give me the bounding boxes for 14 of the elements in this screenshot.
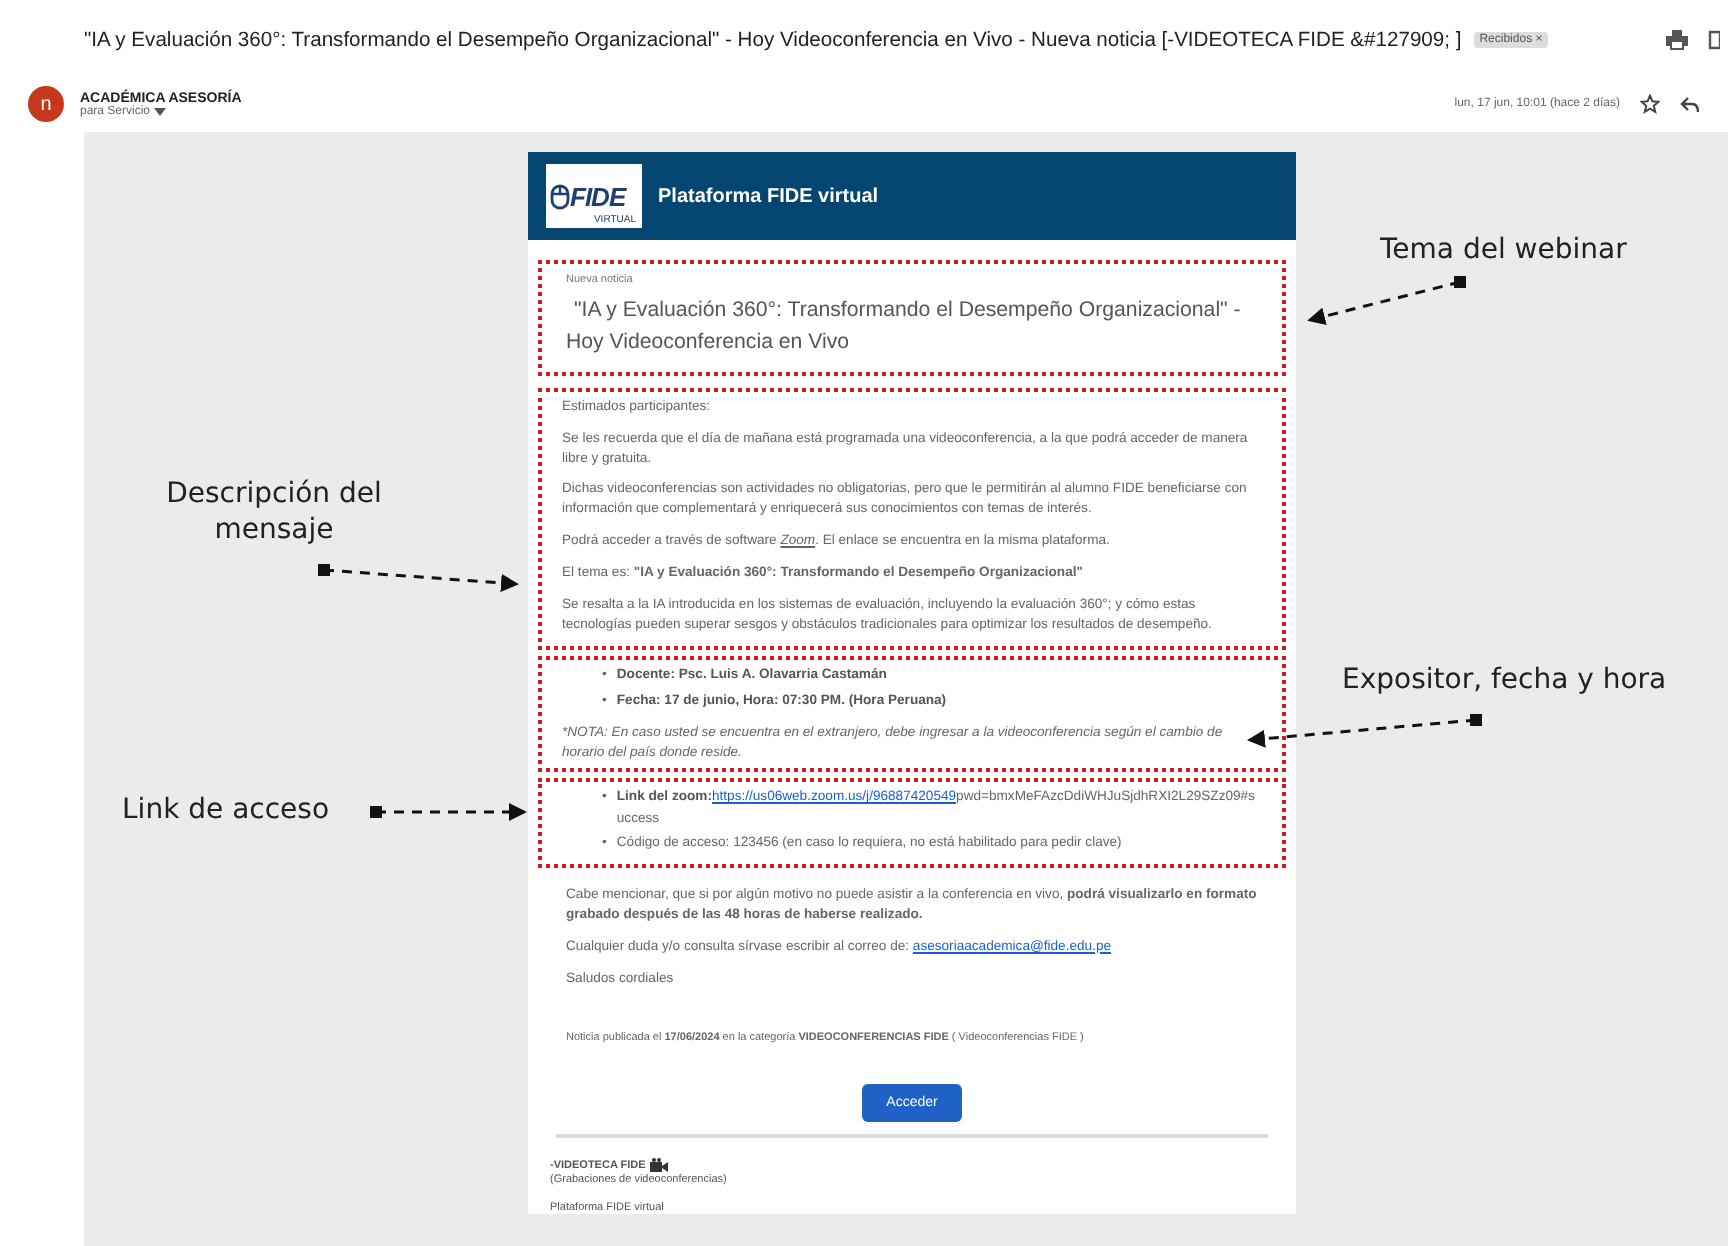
email-subject: "IA y Evaluación 360°: Transformando el Desempeño Organizacional" - Hoy Videoconferencia en Vivo - Nueva noticia [-VIDEOTECA FIDE &#127909; ] (84, 29, 1462, 51)
platform-title: Plataforma FIDE virtual (658, 185, 879, 207)
sender-avatar: n (28, 86, 64, 122)
caret-icon[interactable] (154, 107, 167, 115)
new-window-icon[interactable] (1708, 30, 1720, 50)
annotation-label: Link de acceso (122, 792, 330, 829)
star-icon[interactable] (1640, 94, 1660, 114)
annotation-label: Expositor, fecha y hora (1342, 662, 1667, 699)
print-icon[interactable] (1666, 30, 1688, 50)
annotation-label: Descripción del mensaje (164, 476, 384, 549)
news-title: "IA y Evaluación 360°: Transformando el Desempeño Organizacional" - Hoy Videoconferencia en Vivo (566, 296, 1243, 359)
camera-icon (649, 1158, 668, 1173)
reply-icon[interactable] (1680, 95, 1700, 113)
annotation-label: Tema del webinar (1380, 232, 1627, 269)
